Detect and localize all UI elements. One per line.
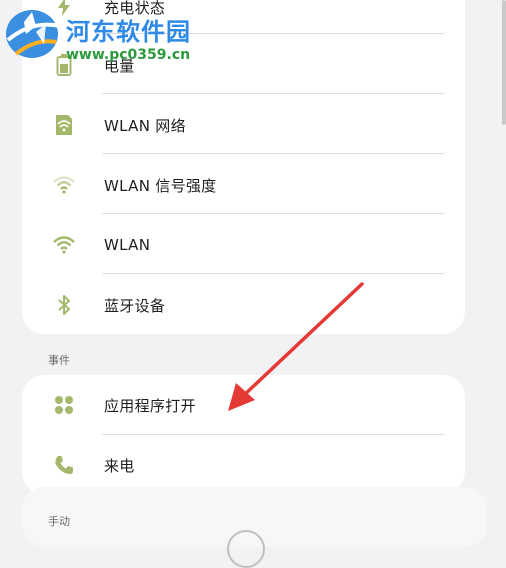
list-item-app-open[interactable]: 应用程序打开	[22, 375, 465, 435]
list-item-incoming-call[interactable]: 来电	[22, 435, 465, 495]
section-label-manual: 手动	[48, 515, 70, 528]
divider	[102, 273, 444, 274]
list-item-label: 来电	[104, 456, 135, 475]
list-item-wlan[interactable]: WLAN	[22, 215, 465, 275]
list-item-label: 应用程序打开	[104, 396, 196, 415]
apps-icon	[52, 393, 76, 417]
list-item-bluetooth[interactable]: 蓝牙设备	[22, 275, 465, 335]
list-item-wlan-network[interactable]: WLAN 网络	[22, 95, 465, 155]
watermark-title: 河东软件园	[66, 17, 191, 46]
list-item-label: WLAN 信号强度	[104, 176, 217, 195]
events-card: 应用程序打开 来电	[22, 375, 465, 494]
phone-icon	[52, 453, 76, 477]
list-item-label: 蓝牙设备	[104, 296, 166, 315]
divider	[102, 153, 444, 154]
divider	[102, 93, 444, 94]
list-item-label: WLAN	[104, 236, 151, 254]
watermark-globe-icon	[6, 10, 61, 58]
list-item-label: WLAN 网络	[104, 116, 186, 135]
section-label-events: 事件	[48, 354, 70, 367]
scrollbar[interactable]	[466, 0, 506, 125]
watermark-logo: 河东软件园 www.pc0359.cn	[0, 0, 210, 63]
wifi-signal-icon	[52, 173, 76, 197]
list-item-wlan-signal[interactable]: WLAN 信号强度	[22, 155, 465, 215]
divider	[102, 213, 444, 214]
scroll-circle-partial	[227, 530, 265, 568]
wifi-icon	[52, 233, 76, 257]
wlan-network-icon	[52, 113, 76, 137]
watermark-url: www.pc0359.cn	[66, 47, 191, 63]
bluetooth-icon	[52, 293, 76, 317]
